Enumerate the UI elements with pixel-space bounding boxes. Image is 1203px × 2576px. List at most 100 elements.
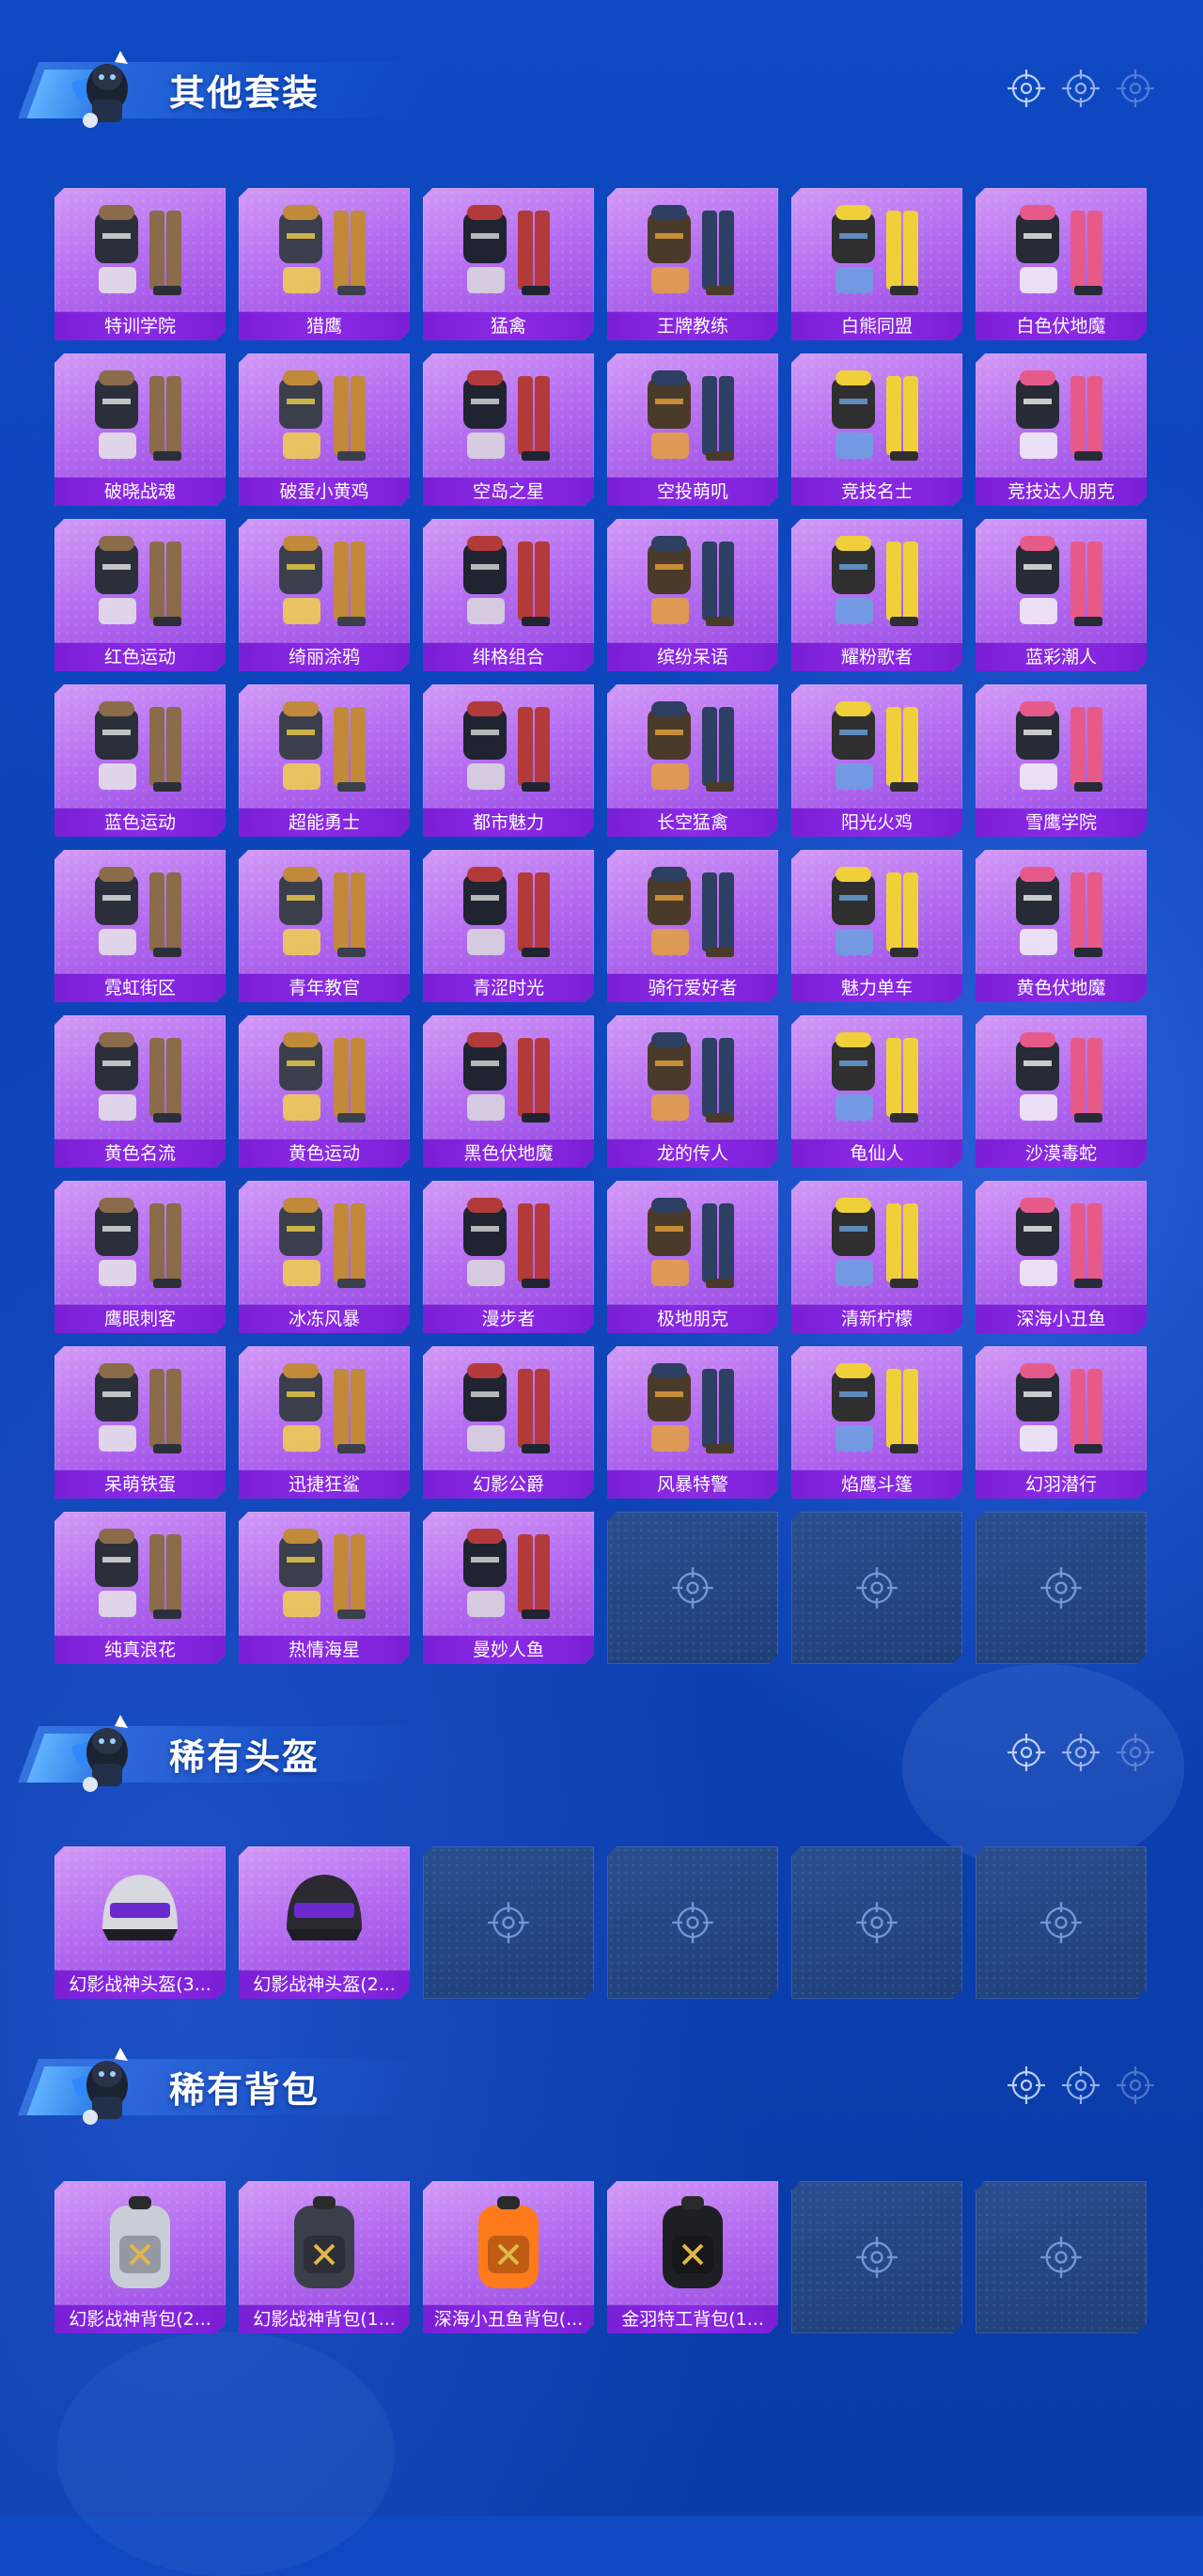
item-label: 青涩时光	[423, 973, 594, 1002]
item-label: 极地朋克	[607, 1304, 778, 1333]
item-label: 鹰眼刺客	[55, 1304, 226, 1333]
item-label: 龙的传人	[607, 1139, 778, 1168]
item-card[interactable]: 白色伏地魔	[976, 188, 1147, 340]
outfit-image	[258, 857, 390, 966]
item-card[interactable]: 幻影战神背包(2...	[55, 2181, 226, 2333]
item-label: 焰鹰斗篷	[791, 1469, 962, 1499]
outfit-image	[627, 361, 758, 470]
item-card[interactable]: 破蛋小黄鸡	[239, 353, 410, 506]
item-card[interactable]: 龙的传人	[607, 1015, 778, 1168]
item-card[interactable]: 特训学院	[55, 188, 226, 340]
item-card[interactable]: 王牌教练	[607, 188, 778, 340]
item-card[interactable]: 冰冻风暴	[239, 1181, 410, 1333]
item-label: 深海小丑鱼	[976, 1304, 1147, 1333]
backpack-image	[443, 2189, 574, 2298]
item-card[interactable]: 破晓战魂	[55, 353, 226, 506]
item-card[interactable]: 幻影战神背包(1...	[239, 2181, 410, 2333]
mascot-character-icon	[71, 1715, 128, 1792]
item-label: 白色伏地魔	[976, 311, 1147, 340]
item-card[interactable]: 深海小丑鱼	[976, 1181, 1147, 1333]
item-label: 绮丽涂鸦	[239, 642, 410, 671]
item-card[interactable]: 黑色伏地魔	[423, 1015, 594, 1168]
item-card[interactable]: 空投萌叽	[607, 353, 778, 506]
item-card[interactable]: 极地朋克	[607, 1181, 778, 1333]
outfit-image	[258, 692, 390, 801]
backpack-image	[627, 2189, 758, 2298]
item-label: 沙漠毒蛇	[976, 1139, 1147, 1168]
item-card[interactable]: 幻影公爵	[423, 1346, 594, 1499]
item-card[interactable]: 呆萌铁蛋	[55, 1346, 226, 1499]
item-card[interactable]: 白熊同盟	[791, 188, 962, 340]
item-label: 猎鹰	[239, 311, 410, 340]
item-card[interactable]: 绯格组合	[423, 519, 594, 671]
item-card[interactable]: 竞技名士	[791, 353, 962, 506]
item-label: 红色运动	[55, 642, 226, 671]
backpack-image	[74, 2189, 206, 2298]
item-card[interactable]: 青涩时光	[423, 850, 594, 1002]
item-card[interactable]: 空岛之星	[423, 353, 594, 506]
item-card[interactable]: 黄色伏地魔	[976, 850, 1147, 1002]
item-card[interactable]: 绮丽涂鸦	[239, 519, 410, 671]
outfit-image	[995, 526, 1127, 636]
item-card[interactable]: 霓虹街区	[55, 850, 226, 1002]
item-card[interactable]: 雪鹰学院	[976, 684, 1147, 837]
outfit-image	[995, 361, 1127, 470]
backpack-image	[258, 2189, 390, 2298]
outfit-image	[258, 526, 390, 636]
item-card[interactable]: 深海小丑鱼背包(...	[423, 2181, 594, 2333]
item-card[interactable]: 沙漠毒蛇	[976, 1015, 1147, 1168]
section-header: 稀有背包	[18, 2034, 1203, 2128]
item-card[interactable]: 焰鹰斗篷	[791, 1346, 962, 1499]
item-card[interactable]: 魅力单车	[791, 850, 962, 1002]
item-label: 风暴特警	[607, 1469, 778, 1499]
outfit-image	[811, 1023, 943, 1132]
item-card[interactable]: 阳光火鸡	[791, 684, 962, 837]
outfit-image	[811, 1188, 943, 1297]
item-card[interactable]: 纯真浪花	[55, 1512, 226, 1664]
item-label: 幻影战神背包(1...	[239, 2304, 410, 2333]
empty-slot	[791, 1512, 962, 1664]
item-card[interactable]: 青年教官	[239, 850, 410, 1002]
item-card[interactable]: 长空猛禽	[607, 684, 778, 837]
item-card[interactable]: 竞技达人朋克	[976, 353, 1147, 506]
item-card[interactable]: 龟仙人	[791, 1015, 962, 1168]
item-card[interactable]: 红色运动	[55, 519, 226, 671]
item-card[interactable]: 迅捷狂鲨	[239, 1346, 410, 1499]
item-label: 蓝色运动	[55, 808, 226, 837]
item-card[interactable]: 蓝色运动	[55, 684, 226, 837]
item-card[interactable]: 幻羽潜行	[976, 1346, 1147, 1499]
item-card[interactable]: 风暴特警	[607, 1346, 778, 1499]
item-card[interactable]: 幻影战神头盔(2...	[239, 1846, 410, 1999]
item-card[interactable]: 蓝彩潮人	[976, 519, 1147, 671]
empty-slot	[976, 1846, 1147, 1999]
item-card[interactable]: 黄色名流	[55, 1015, 226, 1168]
item-card[interactable]: 猎鹰	[239, 188, 410, 340]
item-card[interactable]: 鹰眼刺客	[55, 1181, 226, 1333]
header-crosshair-decor	[1006, 1732, 1156, 1777]
item-grid: 特训学院 猎鹰 猛禽 王牌教练 白熊同盟 白色伏地魔 破晓战魂 破蛋小黄鸡 空岛之星 空投萌叽 竞技…	[55, 188, 1147, 1664]
item-card[interactable]: 幻影战神头盔(3...	[55, 1846, 226, 1999]
item-card[interactable]: 漫步者	[423, 1181, 594, 1333]
section-other-suits: 其他套装 特训学院 猎鹰 猛禽 王牌教练 白熊同盟 白色伏地魔 破晓战魂 破蛋小黄鸡 空岛之星空…	[0, 38, 1203, 1673]
section-title: 稀有背包	[169, 2069, 320, 2111]
item-card[interactable]: 骑行爱好者	[607, 850, 778, 1002]
item-label: 曼妙人鱼	[423, 1635, 594, 1664]
mascot-character-icon	[71, 51, 128, 128]
item-card[interactable]: 超能勇士	[239, 684, 410, 837]
item-card[interactable]: 热情海星	[239, 1512, 410, 1664]
outfit-image	[443, 1188, 574, 1297]
item-card[interactable]: 缤纷呆语	[607, 519, 778, 671]
item-card[interactable]: 耀粉歌者	[791, 519, 962, 671]
item-card[interactable]: 都市魅力	[423, 684, 594, 837]
item-card[interactable]: 清新柠檬	[791, 1181, 962, 1333]
item-label: 空岛之星	[423, 477, 594, 506]
crosshair-icon	[670, 1565, 715, 1610]
item-card[interactable]: 猛禽	[423, 188, 594, 340]
item-card[interactable]: 黄色运动	[239, 1015, 410, 1168]
item-label: 金羽特工背包(1...	[607, 2304, 778, 2333]
item-label: 幻影公爵	[423, 1469, 594, 1499]
item-card[interactable]: 曼妙人鱼	[423, 1512, 594, 1664]
header-crosshair-decor	[1006, 68, 1156, 113]
item-card[interactable]: 金羽特工背包(1...	[607, 2181, 778, 2333]
item-label: 特训学院	[55, 311, 226, 340]
